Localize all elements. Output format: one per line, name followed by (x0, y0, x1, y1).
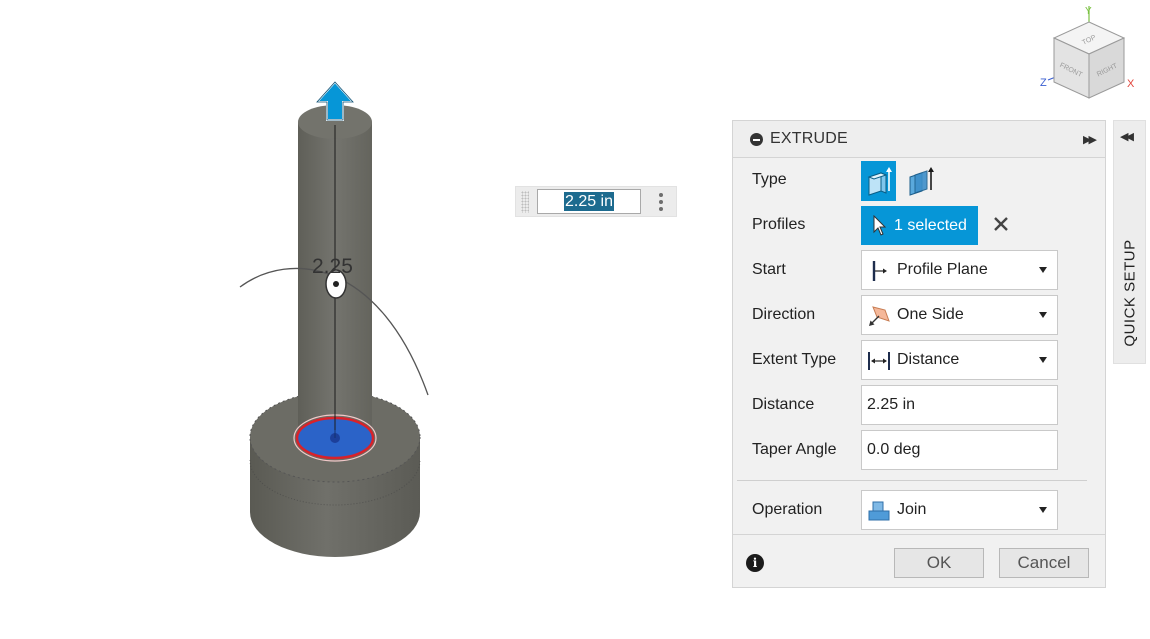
profile-plane-icon (872, 261, 887, 281)
manipulator-input-box: 2.25 in (515, 186, 677, 217)
ok-button[interactable]: OK (894, 548, 984, 578)
distance-row: Distance 2.25 in (733, 385, 1105, 425)
cursor-arrow-icon (873, 215, 887, 236)
surface-type-button[interactable] (903, 161, 938, 201)
operation-label: Operation (752, 501, 823, 518)
direction-dropdown[interactable]: One Side (861, 295, 1058, 335)
clear-selection-icon[interactable] (991, 214, 1011, 234)
direction-value: One Side (897, 306, 964, 323)
manipulator-distance-value: 2.25 in (563, 192, 615, 211)
manipulator-distance-input[interactable]: 2.25 in (537, 189, 641, 214)
distance-icon (868, 352, 890, 370)
taper-angle-row: Taper Angle 0.0 deg (733, 430, 1105, 470)
profiles-selected-count: 1 selected (894, 217, 967, 234)
extent-type-value: Distance (897, 351, 960, 368)
profiles-row: Profiles 1 selected (733, 205, 1105, 245)
collapse-dialog-icon[interactable] (750, 133, 763, 146)
expand-dialog-icon[interactable]: ▶▶ (1083, 133, 1097, 146)
extent-type-row: Extent Type Distance (733, 340, 1105, 380)
distance-input[interactable]: 2.25 in (861, 385, 1058, 425)
start-row: Start Profile Plane (733, 250, 1105, 290)
profiles-label: Profiles (752, 216, 806, 233)
operation-row: Operation Join (733, 490, 1105, 530)
join-icon (868, 501, 890, 521)
quick-setup-label: QUICK SETUP (1121, 239, 1139, 347)
start-dropdown[interactable]: Profile Plane (861, 250, 1058, 290)
solid-type-button[interactable] (861, 161, 896, 201)
start-value: Profile Plane (897, 261, 988, 278)
divider (737, 480, 1087, 481)
y-axis-label: Y (1085, 6, 1092, 17)
more-options-icon[interactable] (654, 191, 668, 213)
dimension-label: 2.25 (312, 255, 353, 278)
collapse-left-icon[interactable]: ◀◀ (1120, 130, 1134, 143)
cancel-button[interactable]: Cancel (999, 548, 1089, 578)
divider (733, 534, 1105, 535)
direction-row: Direction One Side (733, 295, 1105, 335)
surface-extrude-icon (909, 167, 934, 196)
quick-setup-tab[interactable]: ◀◀ QUICK SETUP (1113, 120, 1146, 364)
distance-label: Distance (752, 396, 815, 413)
taper-angle-input[interactable]: 0.0 deg (861, 430, 1058, 470)
x-axis-label: X (1127, 78, 1135, 90)
type-label: Type (752, 171, 787, 188)
one-side-icon (869, 306, 890, 326)
info-icon[interactable]: i (746, 554, 764, 572)
start-label: Start (752, 261, 786, 278)
drag-grip-icon[interactable] (521, 191, 529, 213)
type-row: Type (733, 160, 1105, 201)
z-axis-label: Z (1040, 77, 1047, 89)
direction-label: Direction (752, 306, 816, 323)
extent-type-dropdown[interactable]: Distance (861, 340, 1058, 380)
chevron-down-icon (1039, 312, 1047, 318)
operation-dropdown[interactable]: Join (861, 490, 1058, 530)
taper-angle-label: Taper Angle (752, 441, 837, 458)
chevron-down-icon (1039, 267, 1047, 273)
solid-extrude-icon (867, 167, 892, 196)
profiles-selection-button[interactable]: 1 selected (861, 206, 978, 245)
operation-value: Join (897, 501, 927, 518)
dialog-title: EXTRUDE (770, 130, 848, 147)
chevron-down-icon (1039, 357, 1047, 363)
extent-type-label: Extent Type (752, 351, 837, 368)
chevron-down-icon (1039, 507, 1047, 513)
view-cube[interactable]: Y X Z TOP FRONT RIGHT (1036, 2, 1144, 102)
extrude-dialog: EXTRUDE ▶▶ Type Profiles 1 selected Star… (732, 120, 1106, 588)
dialog-header: EXTRUDE ▶▶ (733, 121, 1105, 158)
